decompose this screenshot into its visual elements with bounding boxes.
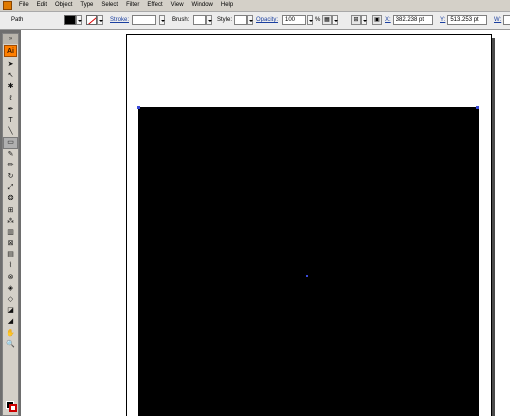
selected-black-rectangle[interactable]	[138, 107, 479, 416]
illustrator-logo: Ai	[4, 45, 17, 57]
live-paint-selection-tool-icon[interactable]: ◇	[3, 294, 18, 305]
symbol-sprayer-tool-icon[interactable]: ⁂	[3, 216, 18, 227]
zoom-tool-icon[interactable]: 🔍	[3, 339, 18, 350]
fill-color-swatch[interactable]	[64, 15, 76, 25]
selection-type-label: Path	[11, 17, 24, 23]
y-label[interactable]: Y:	[440, 14, 445, 26]
menu-help[interactable]: Help	[217, 0, 237, 11]
x-label[interactable]: X:	[385, 14, 391, 26]
brush-dropdown[interactable]	[206, 15, 212, 25]
tools-panel: » Ai ➤ ↖ ✱ ℓ ✒ T ╲ ▭ ✎ ✏ ↻ ⤢ ❂ ⊞ ⁂ ▥ ⊠ ▤ ⌇ ⊗ ◈ ◇ ◪ ◢ ✋ 🔍	[2, 33, 19, 416]
menu-bar: File Edit Object Type Select Filter Effe…	[0, 0, 510, 12]
control-bar: Path Stroke: Brush: Style: Opacity: 100 …	[0, 12, 510, 30]
menu-edit[interactable]: Edit	[33, 0, 51, 11]
stroke-color-dropdown[interactable]	[97, 15, 103, 25]
anchor-point-top-right[interactable]	[476, 106, 479, 109]
brush-definition-field[interactable]	[193, 15, 206, 25]
magic-wand-tool-icon[interactable]: ✱	[3, 81, 18, 92]
hand-tool-icon[interactable]: ✋	[3, 328, 18, 339]
column-graph-tool-icon[interactable]: ▥	[3, 227, 18, 238]
eyedropper-tool-icon[interactable]: ⌇	[3, 260, 18, 271]
graphic-style-field[interactable]	[234, 15, 247, 25]
stroke-box[interactable]	[9, 404, 17, 412]
scale-tool-icon[interactable]: ⤢	[3, 182, 18, 193]
width-field[interactable]	[503, 15, 510, 25]
app-icon[interactable]	[3, 1, 12, 10]
brush-label: Brush:	[172, 17, 190, 23]
menu-effect[interactable]: Effect	[143, 0, 166, 11]
rectangle-tool-icon[interactable]: ▭	[3, 137, 18, 149]
fill-stroke-indicator[interactable]	[6, 401, 17, 412]
stroke-color-swatch[interactable]	[86, 15, 97, 25]
lasso-tool-icon[interactable]: ℓ	[3, 93, 18, 104]
line-segment-tool-icon[interactable]: ╲	[3, 126, 18, 137]
x-position-field[interactable]: 382.238 pt	[392, 15, 433, 25]
menu-object[interactable]: Object	[51, 0, 76, 11]
mesh-tool-icon[interactable]: ⊠	[3, 238, 18, 249]
slice-tool-icon[interactable]: ◪	[3, 305, 18, 316]
menu-view[interactable]: View	[167, 0, 188, 11]
artboard-shadow	[492, 38, 495, 416]
type-tool-icon[interactable]: T	[3, 115, 18, 126]
warp-tool-icon[interactable]: ❂	[3, 193, 18, 204]
align-dropdown[interactable]	[361, 15, 367, 25]
recolor-dropdown[interactable]	[332, 15, 338, 25]
style-dropdown[interactable]	[247, 15, 253, 25]
stroke-label[interactable]: Stroke:	[110, 14, 129, 26]
menu-select[interactable]: Select	[97, 0, 122, 11]
fill-dropdown[interactable]	[76, 15, 82, 25]
menu-filter[interactable]: Filter	[122, 0, 143, 11]
opacity-field[interactable]: 100	[282, 15, 306, 25]
recolor-artwork-icon[interactable]: ▦	[322, 15, 332, 25]
selection-tool-icon[interactable]: ➤	[3, 59, 18, 70]
menu-type[interactable]: Type	[76, 0, 97, 11]
live-paint-bucket-tool-icon[interactable]: ◈	[3, 283, 18, 294]
menu-window[interactable]: Window	[188, 0, 217, 11]
align-icon[interactable]: ⊞	[351, 15, 361, 25]
toolbox-collapse-grip[interactable]: »	[3, 34, 18, 44]
opacity-label[interactable]: Opacity:	[256, 14, 278, 26]
paintbrush-tool-icon[interactable]: ✎	[3, 149, 18, 160]
tool-list: ➤ ↖ ✱ ℓ ✒ T ╲ ▭ ✎ ✏ ↻ ⤢ ❂ ⊞ ⁂ ▥ ⊠ ▤ ⌇ ⊗ ◈ ◇ ◪ ◢ ✋ 🔍	[3, 59, 18, 350]
free-transform-tool-icon[interactable]: ⊞	[3, 204, 18, 215]
stroke-weight-field[interactable]	[132, 15, 156, 25]
gradient-tool-icon[interactable]: ▤	[3, 249, 18, 260]
blend-tool-icon[interactable]: ⊗	[3, 272, 18, 283]
opacity-dropdown[interactable]	[307, 15, 313, 25]
rotate-tool-icon[interactable]: ↻	[3, 171, 18, 182]
w-label[interactable]: W:	[494, 14, 501, 26]
opacity-percent: %	[315, 17, 321, 23]
center-point	[306, 275, 308, 277]
pencil-tool-icon[interactable]: ✏	[3, 160, 18, 171]
direct-selection-tool-icon[interactable]: ↖	[3, 70, 18, 81]
anchor-point-top-left[interactable]	[137, 106, 140, 109]
transform-reference-point-icon[interactable]: ▣	[372, 15, 382, 25]
pen-tool-icon[interactable]: ✒	[3, 104, 18, 115]
menu-file[interactable]: File	[15, 0, 33, 11]
y-position-field[interactable]: 513.253 pt	[447, 15, 488, 25]
style-label: Style:	[217, 17, 233, 23]
stroke-weight-dropdown[interactable]	[159, 15, 165, 25]
eraser-tool-icon[interactable]: ◢	[3, 316, 18, 327]
